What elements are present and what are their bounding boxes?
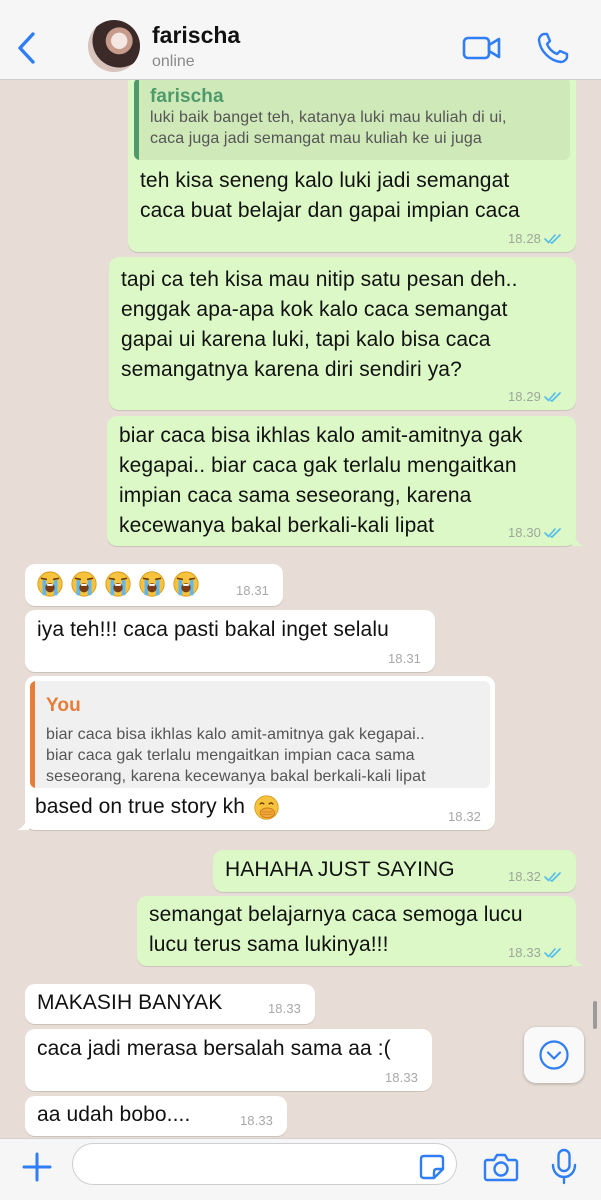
loudly-crying-face-emoji	[37, 571, 63, 597]
message-outgoing[interactable]: farischa luki baik banget teh, katanya l…	[128, 80, 576, 252]
bubble-tail	[572, 952, 584, 966]
message-time: 18.30	[507, 525, 541, 540]
phone-icon[interactable]	[536, 31, 570, 65]
message-text: aa udah bobo....	[37, 1103, 191, 1126]
double-check-icon	[544, 872, 561, 882]
loudly-crying-face-emoji	[173, 571, 199, 597]
message-time: 18.33	[507, 945, 541, 960]
message-meta: 18.32	[508, 870, 562, 884]
message-time: 18.32	[507, 869, 541, 884]
quote-text: luki baik banget teh, katanya luki mau k…	[150, 109, 507, 147]
loudly-crying-face-emoji	[139, 571, 165, 597]
quote-bar	[134, 80, 139, 160]
sticker-icon[interactable]	[418, 1153, 446, 1181]
emoji-row	[36, 570, 206, 600]
message-text: iya teh!!! caca pasti bakal inget selalu	[37, 618, 389, 641]
message-time: 18.29	[507, 389, 541, 404]
quoted-message[interactable]: farischa luki baik banget teh, katanya l…	[134, 80, 570, 160]
message-time: 18.33	[239, 1113, 273, 1128]
video-camera-icon[interactable]	[462, 33, 502, 63]
camera-icon[interactable]	[483, 1151, 519, 1183]
face-with-hand-over-mouth-emoji	[254, 794, 279, 820]
bubble-tail	[572, 532, 584, 546]
message-meta: 18.29	[508, 390, 562, 404]
chat-header: farischa online	[0, 0, 601, 80]
message-incoming[interactable]: caca jadi merasa bersalah sama aa :( 18.…	[25, 1029, 432, 1091]
message-input[interactable]	[72, 1143, 457, 1185]
message-incoming[interactable]: 18.31	[25, 564, 283, 606]
scrollbar-thumb[interactable]	[593, 1001, 597, 1029]
message-list[interactable]: farischa luki baik banget teh, katanya l…	[0, 80, 601, 1138]
message-outgoing[interactable]: HAHAHA JUST SAYING 18.32	[213, 850, 576, 892]
bubble-tail	[17, 816, 29, 830]
avatar[interactable]	[88, 20, 140, 72]
microphone-icon[interactable]	[550, 1148, 578, 1186]
message-text: based on true story kh	[35, 792, 280, 822]
message-meta: 18.30	[508, 526, 562, 540]
message-meta: 18.31	[236, 584, 269, 598]
message-time: 18.31	[387, 651, 421, 666]
message-text: semangat belajarnya caca semoga lucu luc…	[149, 903, 523, 956]
message-meta: 18.33	[508, 946, 562, 960]
message-incoming[interactable]: aa udah bobo.... 18.33	[25, 1096, 287, 1136]
message-time: 18.32	[447, 809, 481, 824]
message-text: biar caca bisa ikhlas kalo amit-amitnya …	[119, 424, 523, 537]
message-incoming[interactable]: You biar caca bisa ikhlas kalo amit-amit…	[17, 676, 495, 830]
double-check-icon	[544, 392, 561, 402]
message-time: 18.28	[507, 231, 541, 246]
message-text: caca jadi merasa bersalah sama aa :(	[37, 1037, 391, 1060]
message-meta: 18.28	[508, 232, 562, 246]
message-text: HAHAHA JUST SAYING	[225, 858, 455, 881]
double-check-icon	[544, 528, 561, 538]
double-check-icon	[544, 234, 561, 244]
double-check-icon	[544, 948, 561, 958]
message-text: tapi ca teh kisa mau nitip satu pesan de…	[121, 268, 518, 381]
message-time: 18.31	[235, 583, 269, 598]
message-outgoing[interactable]: biar caca bisa ikhlas kalo amit-amitnya …	[107, 416, 584, 546]
message-incoming[interactable]: iya teh!!! caca pasti bakal inget selalu…	[25, 610, 435, 672]
message-text-content: based on true story kh	[35, 795, 245, 818]
message-text: teh kisa seneng kalo luki jadi semangat …	[140, 169, 520, 222]
quote-text: biar caca bisa ikhlas kalo amit-amitnya …	[46, 726, 426, 785]
message-incoming[interactable]: MAKASIH BANYAK 18.33	[25, 984, 315, 1024]
composer-bar	[0, 1138, 601, 1200]
message-time: 18.33	[384, 1070, 418, 1085]
message-time: 18.33	[267, 1001, 301, 1016]
contact-status: online	[152, 53, 195, 70]
quote-bar	[30, 681, 35, 788]
message-meta: 18.32	[448, 810, 481, 824]
quote-sender-name: You	[46, 695, 81, 716]
contact-name[interactable]: farischa	[152, 22, 240, 49]
scroll-to-bottom-button[interactable]	[524, 1027, 584, 1083]
message-meta: 18.33	[385, 1071, 418, 1085]
loudly-crying-face-emoji	[105, 571, 131, 597]
message-outgoing[interactable]: tapi ca teh kisa mau nitip satu pesan de…	[109, 257, 576, 410]
message-meta: 18.31	[388, 652, 421, 666]
quoted-message[interactable]: You biar caca bisa ikhlas kalo amit-amit…	[30, 681, 490, 788]
message-outgoing[interactable]: semangat belajarnya caca semoga lucu luc…	[137, 896, 584, 966]
plus-icon[interactable]	[20, 1150, 54, 1184]
loudly-crying-face-emoji	[71, 571, 97, 597]
message-text: MAKASIH BANYAK	[37, 991, 223, 1014]
chevron-left-icon[interactable]	[12, 30, 44, 66]
message-meta: 18.33	[240, 1114, 273, 1128]
message-meta: 18.33	[268, 1002, 301, 1016]
chevron-down-circle-icon	[539, 1040, 569, 1070]
